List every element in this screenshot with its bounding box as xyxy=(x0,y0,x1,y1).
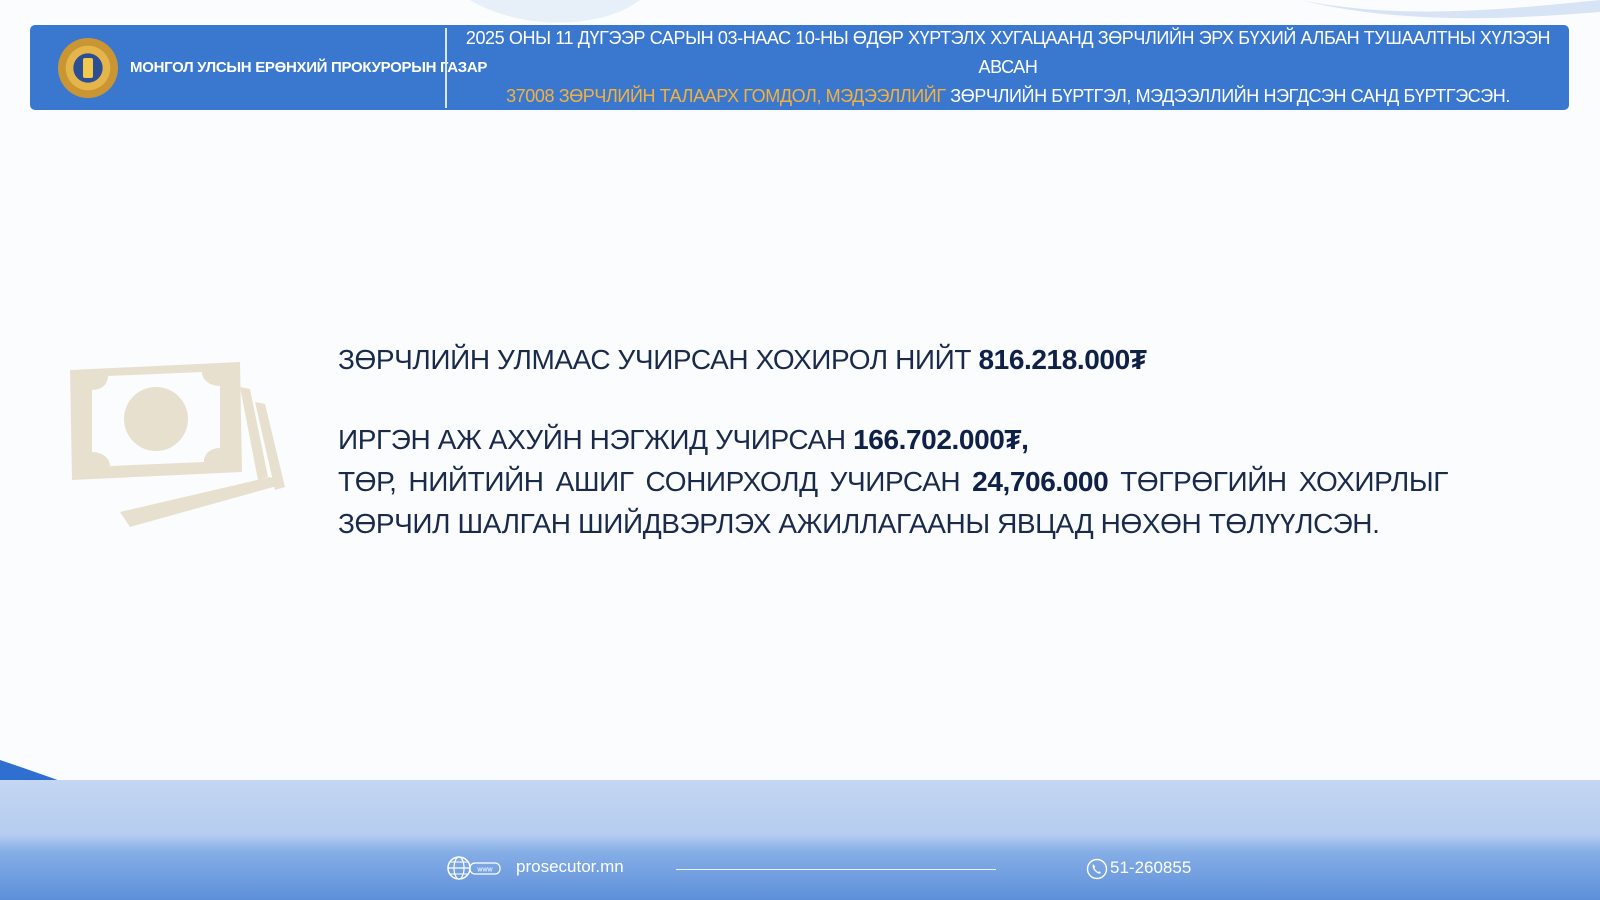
citizen-damage-value: 166.702.000₮, xyxy=(853,424,1029,455)
phone-number[interactable]: 51-260855 xyxy=(1110,858,1191,878)
headline: 2025 ОНЫ 11 ДҮГЭЭР САРЫН 03-НААС 10-НЫ Ө… xyxy=(447,24,1569,111)
website-link[interactable]: prosecutor.mn xyxy=(516,857,624,877)
total-damage-label: ЗӨРЧЛИЙН УЛМААС УЧИРСАН ХОХИРОЛ НИЙТ xyxy=(338,344,979,375)
citizen-damage-line: ИРГЭН АЖ АХУЙН НЭГЖИД УЧИРСАН 166.702.00… xyxy=(338,419,1448,461)
web-icon-label: www xyxy=(476,867,493,874)
public-damage-value: 24,706.000 xyxy=(972,466,1109,497)
headline-line1: 2025 ОНЫ 11 ДҮГЭЭР САРЫН 03-НААС 10-НЫ Ө… xyxy=(465,28,1551,77)
money-icon xyxy=(70,362,285,527)
org-name: МОНГОЛ УЛСЫН ЕРӨНХИЙ ПРОКУРОРЫН ГАЗАР xyxy=(130,59,488,76)
public-damage-label: ТӨР, НИЙТИЙН АШИГ СОНИРХОЛД УЧИРСАН xyxy=(338,466,973,497)
phone-icon xyxy=(1086,858,1108,880)
headline-line2-rest: ЗӨРЧЛИЙН БҮРТГЭЛ, МЭДЭЭЛЛИЙН НЭГДСЭН САН… xyxy=(945,86,1510,106)
total-damage-value: 816.218.000₮ xyxy=(978,344,1147,375)
main-content: ЗӨРЧЛИЙН УЛМААС УЧИРСАН ХОХИРОЛ НИЙТ 816… xyxy=(338,337,1448,545)
state-emblem-icon xyxy=(58,37,118,98)
org-logo[interactable]: МОНГОЛ УЛСЫН ЕРӨНХИЙ ПРОКУРОРЫН ГАЗАР xyxy=(30,25,487,110)
headline-accent: 37008 ЗӨРЧЛИЙН ТАЛААРХ ГОМДОЛ, МЭДЭЭЛЛИЙ… xyxy=(506,86,946,106)
header-banner: МОНГОЛ УЛСЫН ЕРӨНХИЙ ПРОКУРОРЫН ГАЗАР 20… xyxy=(30,25,1569,110)
headline-line2: 37008 ЗӨРЧЛИЙН ТАЛААРХ ГОМДОЛ, МЭДЭЭЛЛИЙ… xyxy=(447,82,1569,111)
public-damage-paragraph: ТӨР, НИЙТИЙН АШИГ СОНИРХОЛД УЧИРСАН 24,7… xyxy=(338,461,1448,545)
globe-icon: www xyxy=(447,856,501,880)
citizen-damage-label: ИРГЭН АЖ АХУЙН НЭГЖИД УЧИРСАН xyxy=(338,424,854,455)
total-damage-line: ЗӨРЧЛИЙН УЛМААС УЧИРСАН ХОХИРОЛ НИЙТ 816… xyxy=(338,337,1448,383)
footer-divider xyxy=(676,869,996,870)
footer-band xyxy=(0,780,1600,900)
